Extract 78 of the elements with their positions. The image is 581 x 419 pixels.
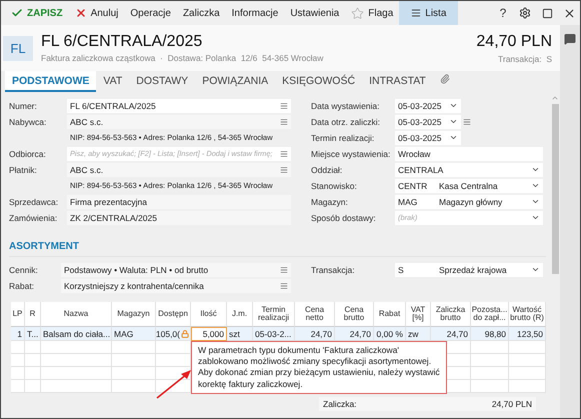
tab[interactable]: POWIĄZANIA: [195, 71, 276, 92]
lock-icon: [181, 330, 189, 338]
tab[interactable]: KSIĘGOWOŚĆ: [275, 71, 362, 92]
section-title: ASORTYMENT: [9, 241, 546, 257]
tab[interactable]: INTRASTAT: [362, 71, 433, 92]
toolbar-button[interactable]: Zaliczka: [176, 1, 226, 25]
field-label: Oddział:: [311, 164, 344, 174]
transaction-info: Transakcja: S: [498, 54, 552, 64]
field-label: Numer:: [9, 100, 38, 110]
field-label: Rabat:: [9, 280, 36, 290]
document-title: FL 6/CENTRALA/2025: [41, 33, 204, 51]
field-label: Data wystawienia:: [311, 100, 381, 110]
field-label: Nabywca:: [9, 116, 48, 126]
field-label: Odbiorca:: [9, 148, 47, 158]
document-type-avatar: FL: [3, 36, 33, 60]
star-icon: [351, 6, 364, 20]
pointer-arrow: [156, 370, 191, 399]
toolbar-button[interactable]: Operacje: [124, 1, 177, 25]
field-label: Zamówienia:: [9, 212, 58, 222]
comment-icon[interactable]: [564, 33, 576, 45]
toolbar-button[interactable]: Anuluj: [68, 1, 124, 25]
document-subtitle: Faktura zaliczkowa cząstkowa · Dostawa: Polanka 12/6 54-365 Wrocław: [41, 53, 324, 63]
menu-icon[interactable]: [280, 266, 288, 274]
paperclip-icon: [440, 74, 450, 84]
tab[interactable]: DOSTAWY: [129, 71, 196, 92]
warning-tooltip: W parametrach typu dokumentu 'Faktura zaliczkowa' zablokowano możliwość zmiany specyfikacji asortymentowej. Aby dokonać zmian przy bieżącym ustawieniu, należy wystawić korektę faktury zaliczkowej.: [191, 341, 447, 394]
help-button[interactable]: ?: [492, 1, 514, 25]
field-label: Stanowisko:: [311, 180, 358, 190]
table-row[interactable]: 1 T... Balsam do ciała... MAG 105,0( 5,000 szt 05-03-2... 24,70 24,70 0,00 % zw 24,70 98,80 123,50: [11, 327, 546, 341]
form-field[interactable]: ZK 2/CENTRALA/2025: [67, 210, 291, 224]
menu-icon[interactable]: [280, 102, 288, 110]
close-icon: [562, 6, 576, 20]
form-field[interactable]: Korzystniejszy z kontrahenta/cennika: [61, 278, 291, 292]
dropdown-field[interactable]: CENTR Kasa Centralna: [395, 178, 543, 192]
maximize-icon: [542, 8, 552, 18]
dropdown-field[interactable]: MAG Magazyn główny: [395, 194, 543, 208]
footer-value: 24,70 PLN: [492, 399, 532, 409]
field-label: Sposób dostawy:: [311, 212, 377, 222]
toolbar-button[interactable]: Informacje: [226, 1, 284, 25]
dropdown-field[interactable]: S Sprzedaż krajowa: [395, 262, 543, 276]
menu-icon[interactable]: [280, 150, 288, 158]
form-field[interactable]: ABC s.c.: [67, 114, 291, 128]
toolbar-button[interactable]: ZAPISZ: [5, 1, 69, 25]
document-amount: 24,70 PLN: [476, 32, 552, 50]
menu-icon: [411, 8, 422, 18]
form-field[interactable]: Firma prezentacyjna: [67, 194, 291, 208]
check-icon: [11, 7, 23, 19]
chevron-down-icon[interactable]: [531, 265, 540, 274]
field-label: Transakcja:: [311, 264, 356, 274]
menu-icon[interactable]: [280, 166, 288, 174]
tab[interactable]: VAT: [96, 71, 130, 92]
field-label: Magazyn:: [311, 196, 349, 206]
toolbar-button[interactable]: Flaga: [345, 1, 400, 25]
form-field[interactable]: FL 6/CENTRALA/2025: [67, 98, 291, 112]
field-label: Miejsce wystawienia:: [311, 148, 392, 158]
settings-icon: [519, 7, 531, 19]
date-field[interactable]: 05-03-2025: [395, 98, 461, 112]
table-cell: 5,000: [191, 327, 227, 341]
menu-icon[interactable]: [280, 282, 288, 290]
footer-label: Zaliczka:: [323, 399, 357, 409]
field-label: Termin realizacji:: [311, 132, 376, 142]
scrollbar-thumb[interactable]: [552, 104, 558, 274]
dropdown-field[interactable]: CENTRALA: [395, 162, 543, 176]
field-label: Płatnik:: [9, 164, 38, 174]
toolbar-button[interactable]: Ustawienia: [284, 1, 346, 25]
close-icon: [74, 7, 87, 19]
form-field[interactable]: Podstawowy • Waluta: PLN • od brutto: [61, 262, 291, 276]
menu-icon[interactable]: [463, 118, 471, 126]
tab[interactable]: PODSTAWOWE: [5, 71, 96, 92]
date-field[interactable]: 05-03-2025: [395, 114, 461, 128]
form-field[interactable]: ABC s.c.: [67, 162, 291, 176]
field-label: Data otrz. zaliczki:: [311, 116, 381, 126]
field-label: Sprzedawca:: [9, 196, 60, 206]
toolbar-button[interactable]: Lista: [399, 1, 458, 25]
menu-icon[interactable]: [280, 118, 288, 126]
date-field[interactable]: 05-03-2025: [395, 130, 461, 144]
field-label: Cennik:: [9, 264, 39, 274]
form-field[interactable]: Wrocław: [395, 146, 543, 160]
